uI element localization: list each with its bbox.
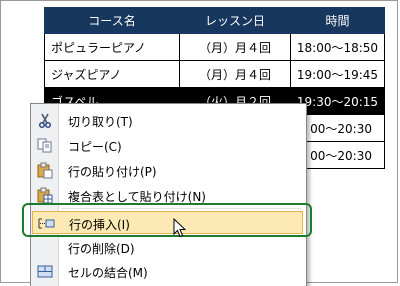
menu-item-paste-rows[interactable]: 行の貼り付け(P): [32, 159, 303, 182]
context-menu: 切り取り(T) コピー(C) 行の貼り付け(P) 複合表として貼り付け(N) 行…: [30, 103, 307, 286]
table-row[interactable]: ジャズピアノ （月）月４回 19:00〜19:45: [44, 60, 385, 88]
paste-nested-table-icon: [36, 187, 54, 204]
column-header-course: コース名: [44, 7, 180, 34]
cell-course[interactable]: ポピュラーピアノ: [44, 33, 180, 61]
cell-time[interactable]: 19:00〜19:45: [290, 60, 385, 88]
column-header-time: 時間: [290, 7, 385, 34]
scissors-icon: [36, 112, 54, 129]
table-row[interactable]: ポピュラーピアノ （月）月４回 18:00〜18:50: [44, 33, 385, 61]
menu-item-merge-cells[interactable]: セルの結合(M): [32, 260, 303, 283]
menu-item-delete-row[interactable]: 行の削除(D): [32, 236, 303, 259]
column-header-lesson-day: レッスン日: [179, 7, 291, 34]
menu-item-label: 切り取り(T): [68, 115, 133, 129]
cell-lesson-day[interactable]: （月）月４回: [179, 60, 291, 88]
merge-cells-icon: [36, 263, 54, 280]
cell-lesson-day[interactable]: （月）月４回: [179, 33, 291, 61]
paste-icon: [36, 162, 54, 179]
menu-item-label: 行の削除(D): [68, 242, 135, 256]
menu-item-cut[interactable]: 切り取り(T): [32, 109, 303, 132]
table-header-row: コース名 レッスン日 時間: [44, 7, 385, 34]
cell-time[interactable]: 18:00〜18:50: [290, 33, 385, 61]
menu-item-label: コピー(C): [68, 140, 122, 154]
copy-icon: [36, 137, 54, 154]
cell-course[interactable]: ジャズピアノ: [44, 60, 180, 88]
menu-item-label: 行の貼り付け(P): [68, 165, 157, 179]
highlight-annotation-ring: [22, 203, 312, 237]
menu-item-label: セルの結合(M): [68, 266, 148, 280]
mouse-pointer-icon: [173, 217, 187, 238]
menu-item-copy[interactable]: コピー(C): [32, 134, 303, 157]
